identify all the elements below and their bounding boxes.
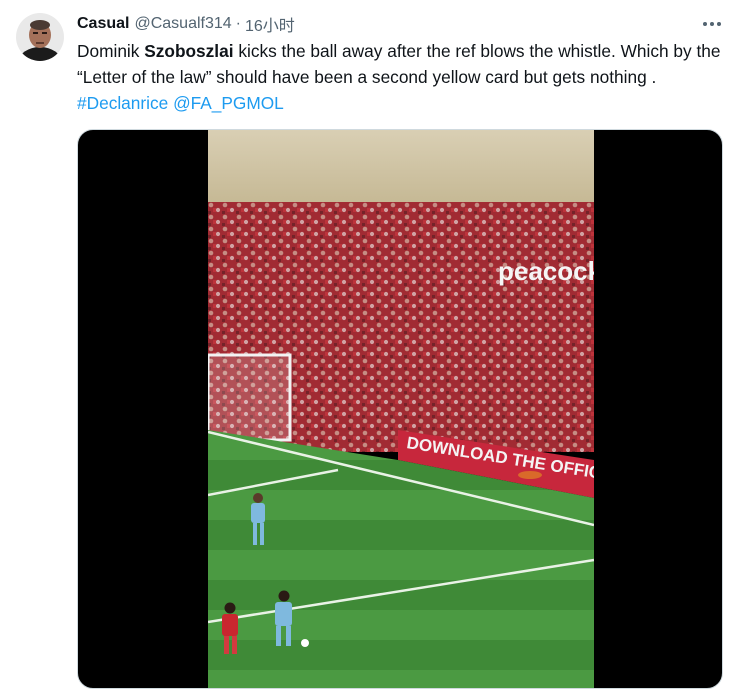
avatar[interactable] <box>16 13 64 61</box>
tweet-text: Dominik Szoboszlai kicks the ball away a… <box>77 38 729 116</box>
separator-dot: · <box>235 15 241 32</box>
ball <box>301 639 309 647</box>
display-name[interactable]: Casual <box>77 15 129 33</box>
mention-link[interactable]: @FA_PGMOL <box>173 93 284 113</box>
tweet-timestamp[interactable]: 16小时 <box>245 12 295 36</box>
steward <box>518 471 542 479</box>
more-options-button[interactable] <box>698 13 726 35</box>
video-still: peacock DOWNLOAD THE OFFICIAL <box>208 130 594 688</box>
peacock-board-text: peacock <box>498 256 594 286</box>
tweet-header: Casual @Casualf314 · 16小时 <box>77 13 295 35</box>
tweet-text-part1: Dominik <box>77 41 145 61</box>
hashtag-link[interactable]: #Declanrice <box>77 93 168 113</box>
user-handle[interactable]: @Casualf314 <box>134 15 231 33</box>
tweet-video[interactable]: peacock DOWNLOAD THE OFFICIAL <box>77 129 723 689</box>
video-frame: peacock DOWNLOAD THE OFFICIAL <box>208 130 594 688</box>
avatar-image <box>16 13 64 61</box>
tweet-text-bold-name: Szoboszlai <box>144 41 234 61</box>
more-icon <box>703 22 721 26</box>
